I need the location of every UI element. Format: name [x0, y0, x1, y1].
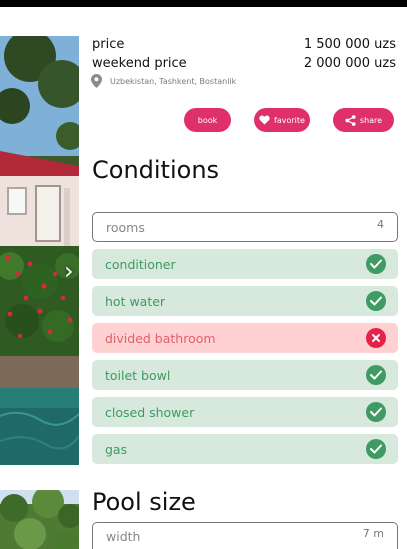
- condition-label: conditioner: [105, 256, 176, 272]
- condition-item-gas: gas: [92, 434, 398, 464]
- pool-size-title: Pool size: [92, 488, 196, 516]
- cross-icon: [366, 328, 386, 348]
- pool-width-field[interactable]: width 7 m: [92, 522, 398, 549]
- weekend-price-label: weekend price: [92, 56, 187, 71]
- weekend-price-value: 2 000 000 uzs: [303, 56, 396, 71]
- pool-width-value: 7 m: [362, 526, 384, 540]
- location-text: Uzbekistan, Tashkent, Bostanlik: [110, 76, 237, 86]
- conditions-title: Conditions: [92, 156, 220, 184]
- condition-item-conditioner: conditioner: [92, 249, 398, 279]
- check-icon: [366, 402, 386, 422]
- book-button[interactable]: book: [184, 108, 231, 132]
- favorite-button-label: favorite: [274, 115, 305, 125]
- chevron-right-icon[interactable]: ›: [64, 259, 74, 283]
- share-button[interactable]: share: [333, 108, 394, 132]
- condition-item-toilet-bowl: toilet bowl: [92, 360, 398, 390]
- book-button-label: book: [197, 115, 218, 125]
- garden-photo[interactable]: [0, 490, 79, 549]
- house-exterior-image: [0, 36, 79, 465]
- location-pin-icon: [91, 74, 102, 88]
- check-icon: [366, 365, 386, 385]
- share-button-label: share: [359, 115, 383, 125]
- condition-label: toilet bowl: [105, 367, 171, 383]
- weekend-price-row: weekend price 2 000 000 uzs: [92, 56, 396, 71]
- garden-image: [0, 490, 79, 549]
- price-value: 1 500 000 uzs: [303, 37, 396, 52]
- location: Uzbekistan, Tashkent, Bostanlik: [91, 74, 236, 88]
- condition-item-divided-bathroom: divided bathroom: [92, 323, 398, 353]
- share-icon: [345, 114, 356, 126]
- top-status-bar: [0, 0, 407, 7]
- check-icon: [366, 291, 386, 311]
- price-label: price: [92, 37, 125, 52]
- condition-label: closed shower: [105, 404, 195, 420]
- condition-label: gas: [105, 441, 128, 457]
- pool-width-label: width: [106, 528, 141, 544]
- condition-label: hot water: [105, 293, 166, 309]
- price-row: price 1 500 000 uzs: [92, 37, 396, 52]
- condition-item-closed-shower: closed shower: [92, 397, 398, 427]
- condition-item-hot-water: hot water: [92, 286, 398, 316]
- rooms-field[interactable]: rooms 4: [92, 212, 398, 242]
- house-exterior-photo[interactable]: ›: [0, 36, 79, 465]
- check-icon: [366, 254, 386, 274]
- favorite-button[interactable]: favorite: [254, 108, 310, 132]
- rooms-value: 4: [377, 217, 384, 231]
- condition-label: divided bathroom: [105, 330, 216, 346]
- check-icon: [366, 439, 386, 459]
- heart-icon: [259, 115, 270, 125]
- rooms-label: rooms: [106, 219, 145, 235]
